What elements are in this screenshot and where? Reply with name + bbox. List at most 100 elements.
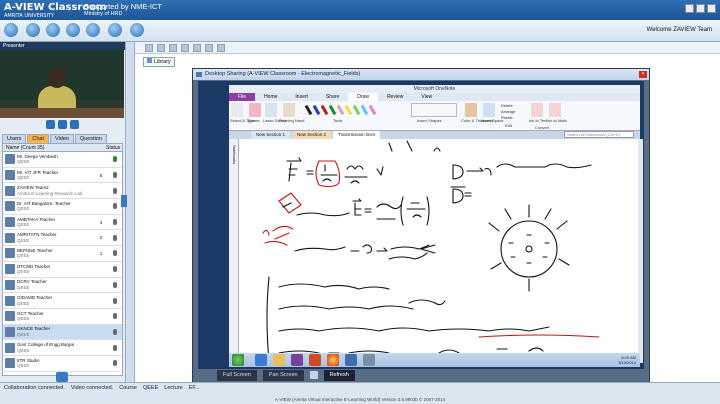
pen-black-icon[interactable] bbox=[304, 104, 313, 116]
toolbar-icon-4[interactable] bbox=[66, 23, 80, 37]
toolbar-icon-3[interactable] bbox=[46, 23, 60, 37]
library-button[interactable]: Library bbox=[143, 57, 175, 67]
panning-label: Panning Hand bbox=[279, 118, 305, 123]
status-dot bbox=[113, 281, 117, 288]
toolbar-icon-5[interactable] bbox=[86, 23, 100, 37]
highlighter-blue-icon[interactable] bbox=[360, 104, 369, 116]
toolbar-icon-7[interactable] bbox=[130, 23, 144, 37]
maximize-icon[interactable] bbox=[696, 4, 705, 13]
user-row[interactable]: Mr. VIT JFR Teacher QEEE 5 bbox=[3, 168, 122, 184]
user-row[interactable]: AMRITATN Teacher QEEE 2 bbox=[3, 230, 122, 247]
user-count: 2 bbox=[99, 235, 103, 241]
panel-divider bbox=[127, 42, 135, 382]
section-tab-1[interactable]: New Section 1 bbox=[251, 131, 291, 139]
search-notebooks-input[interactable]: Search All Notebooks (Ctrl+E) bbox=[564, 131, 634, 138]
user-row[interactable]: BEPUNE Teacher QEEE 1 bbox=[3, 246, 122, 262]
delete-label[interactable]: Delete bbox=[501, 103, 513, 108]
pen-pink-icon[interactable] bbox=[336, 104, 345, 116]
ink-to-math-icon[interactable] bbox=[549, 103, 561, 117]
close-window-icon[interactable]: × bbox=[639, 71, 647, 78]
ribbon-tab-share[interactable]: Share bbox=[317, 93, 348, 101]
content-tool-3-icon[interactable] bbox=[169, 44, 177, 52]
start-button-icon[interactable] bbox=[232, 354, 244, 366]
ribbon-tab-insert[interactable]: Insert bbox=[286, 93, 317, 101]
user-row[interactable]: IITR Studio QEEE bbox=[3, 356, 122, 372]
user-row[interactable]: DTCMD Teacher QEEE bbox=[3, 262, 122, 278]
avatar bbox=[5, 232, 15, 243]
shapes-gallery[interactable] bbox=[411, 103, 457, 117]
content-tool-1-icon[interactable] bbox=[145, 44, 153, 52]
volume-icon[interactable] bbox=[58, 120, 67, 129]
ie-icon[interactable] bbox=[255, 354, 267, 366]
explorer-icon[interactable] bbox=[273, 354, 285, 366]
ribbon-tab-review[interactable]: Review bbox=[378, 93, 412, 101]
lecture-label: Lecture bbox=[164, 385, 183, 391]
ribbon-tab-view[interactable]: View bbox=[412, 93, 441, 101]
close-icon[interactable] bbox=[707, 4, 716, 13]
notebooks-sidebar[interactable]: Notebooks bbox=[229, 139, 239, 363]
matlab-icon[interactable] bbox=[309, 354, 321, 366]
highlighter-pink-icon[interactable] bbox=[368, 104, 377, 116]
content-tool-5-icon[interactable] bbox=[193, 44, 201, 52]
speaker-icon[interactable] bbox=[309, 371, 318, 379]
page-scrollbar[interactable] bbox=[638, 139, 643, 363]
highlighter-yellow-icon[interactable] bbox=[344, 104, 353, 116]
user-row[interactable]: Govt College of Engg Bargur QEEE bbox=[3, 340, 122, 356]
taskbar-app-icon[interactable] bbox=[363, 354, 375, 366]
section-tab-3[interactable]: Transmission lines bbox=[333, 131, 381, 139]
refresh-button[interactable]: Refresh bbox=[323, 370, 355, 381]
arrange-label[interactable]: Arrange bbox=[501, 109, 515, 114]
eraser-icon[interactable] bbox=[249, 103, 261, 117]
content-tool-4-icon[interactable] bbox=[181, 44, 189, 52]
user-row[interactable]: Mr. Deepa Vembesh QEEE bbox=[3, 152, 122, 168]
content-tool-7-icon[interactable] bbox=[217, 44, 225, 52]
ribbon-tab-draw[interactable]: Draw bbox=[348, 93, 378, 101]
status-bar: Collaboration connected. Video connected… bbox=[0, 382, 720, 404]
desktop-sharing-titlebar[interactable]: Desktop Sharing (A-VIEW Classroom - Elec… bbox=[193, 69, 649, 80]
select-type-icon[interactable] bbox=[231, 103, 243, 117]
word-icon[interactable] bbox=[345, 354, 357, 366]
onenote-titlebar: Microsoft OneNote bbox=[229, 85, 640, 93]
play-icon[interactable] bbox=[46, 120, 55, 129]
ink-to-text-icon[interactable] bbox=[531, 103, 543, 117]
user-org: QEEE bbox=[17, 175, 30, 181]
user-row[interactable]: AMBTAKA Teacher QEEE 4 bbox=[3, 215, 122, 231]
toolbar-icon-6[interactable] bbox=[108, 23, 122, 37]
user-row[interactable]: ZAVIEW Team2 Amrita E-Learning Research L… bbox=[3, 183, 122, 200]
onenote-icon[interactable] bbox=[291, 354, 303, 366]
content-tool-2-icon[interactable] bbox=[157, 44, 165, 52]
user-row[interactable]: GKNCE Teacher QEEE bbox=[3, 324, 122, 341]
raise-hand-icon[interactable] bbox=[56, 372, 68, 382]
avatar bbox=[5, 170, 15, 181]
user-row[interactable]: DCRV Teacher QEEE bbox=[3, 278, 122, 294]
minimize-icon[interactable] bbox=[685, 4, 694, 13]
pen-red-icon[interactable] bbox=[320, 104, 329, 116]
color-thickness-icon[interactable] bbox=[465, 103, 477, 117]
user-row[interactable]: GCT Teacher QEEE bbox=[3, 309, 122, 325]
pen-green-icon[interactable] bbox=[328, 104, 337, 116]
tab-video[interactable]: Video bbox=[50, 134, 74, 143]
content-tool-6-icon[interactable] bbox=[205, 44, 213, 52]
notebook-page[interactable] bbox=[239, 139, 638, 363]
tab-users[interactable]: Users bbox=[2, 134, 27, 143]
tab-question[interactable]: Question bbox=[74, 134, 107, 143]
toolbar-icon-2[interactable] bbox=[26, 23, 40, 37]
insert-space-icon[interactable] bbox=[483, 103, 495, 117]
user-row[interactable]: Dr. AIT Bangalore. Teacher QEEE bbox=[3, 199, 122, 215]
full-screen-button[interactable]: Full Screen bbox=[217, 370, 257, 381]
pen-blue-icon[interactable] bbox=[312, 104, 321, 116]
shared-desktop[interactable]: Microsoft OneNote File Home Insert Share… bbox=[198, 81, 644, 369]
chrome-icon[interactable] bbox=[327, 354, 339, 366]
rotate-label[interactable]: Rotate bbox=[501, 115, 513, 120]
highlighter-green-icon[interactable] bbox=[352, 104, 361, 116]
ribbon-tab-home[interactable]: Home bbox=[255, 93, 286, 101]
ribbon-tab-file[interactable]: File bbox=[229, 93, 256, 101]
section-tab-2[interactable]: New Section 2 bbox=[292, 131, 332, 139]
pan-screen-button[interactable]: Pan Screen bbox=[262, 370, 304, 381]
tab-chat[interactable]: Chat bbox=[27, 134, 49, 143]
panning-hand-icon[interactable] bbox=[283, 103, 295, 117]
settings-icon[interactable] bbox=[70, 120, 79, 129]
lasso-icon[interactable] bbox=[265, 103, 277, 117]
user-row[interactable]: GIDAMD Teacher QEEE bbox=[3, 293, 122, 309]
toolbar-icon-users[interactable] bbox=[4, 23, 18, 37]
